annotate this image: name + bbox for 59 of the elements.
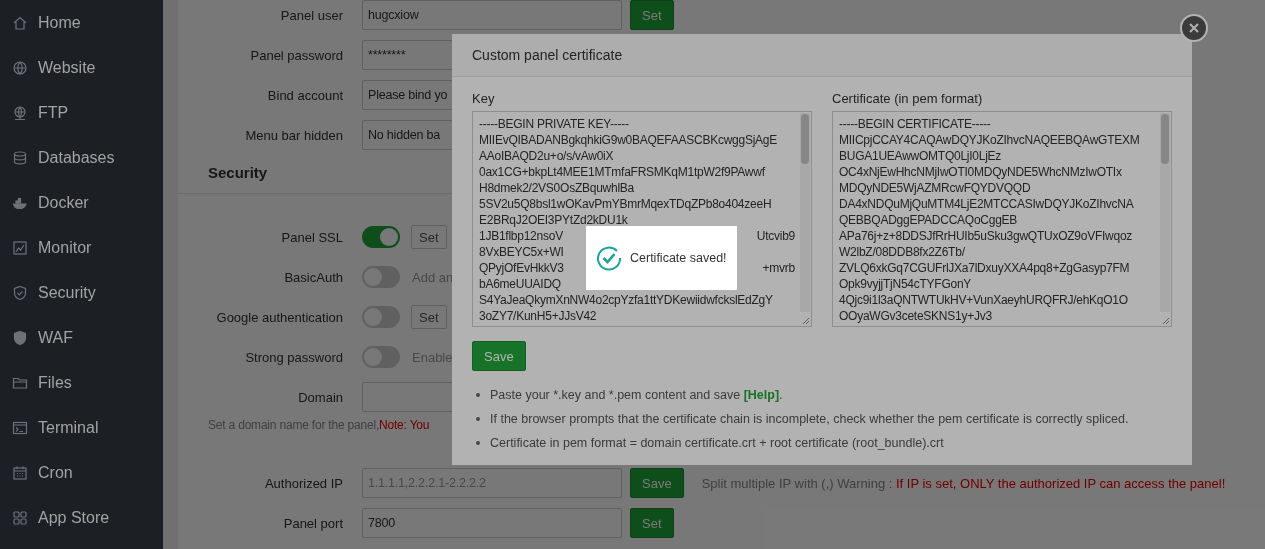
note-text: Certificate in pem format = domain certificate.crt + root certificate (root_bundle).crt: [490, 435, 944, 452]
field-label: Panel SSL: [280, 229, 343, 245]
sidebar-item[interactable]: Security: [0, 270, 163, 315]
calendar-icon: [12, 464, 28, 481]
close-icon: [1188, 22, 1200, 34]
sidebar-item[interactable]: Databases: [0, 135, 163, 180]
toggle-switch[interactable]: [362, 306, 400, 328]
sidebar-item[interactable]: FTP: [0, 90, 163, 135]
sidebar-item[interactable]: Home: [0, 0, 163, 45]
field-label: Bind account: [266, 87, 343, 103]
scrollbar[interactable]: [800, 113, 810, 312]
bullet-icon: [476, 417, 480, 421]
database-icon: [12, 149, 28, 166]
shield-icon: [12, 329, 28, 346]
grid-icon: [12, 509, 28, 526]
note-text: Paste your *.key and *.pem content and save [Help].: [490, 387, 783, 404]
resize-grip-icon[interactable]: [800, 315, 810, 325]
field-label: Strong password: [244, 349, 343, 365]
sidebar-item[interactable]: Cron: [0, 450, 163, 495]
globe-stand-icon: [12, 104, 28, 121]
input-field[interactable]: 7800: [362, 508, 622, 538]
bullet-icon: [476, 393, 480, 397]
set-button[interactable]: Set: [411, 305, 447, 329]
resize-grip-icon[interactable]: [1160, 315, 1170, 325]
sidebar-item[interactable]: Files: [0, 360, 163, 405]
field-label: BasicAuth: [283, 269, 343, 285]
sidebar-item[interactable]: App Store: [0, 495, 163, 540]
chart-icon: [12, 239, 28, 256]
scrollbar[interactable]: [1160, 113, 1170, 312]
toggle-switch[interactable]: [362, 346, 400, 368]
field-label: Panel port: [282, 515, 343, 531]
note-text: If the browser prompts that the certificate chain is incomplete, check whether the pem certificate is correctly spliced.: [490, 411, 1129, 428]
field-label: Key: [472, 91, 496, 108]
globe-icon: [12, 59, 28, 76]
certificate-field[interactable]: -----BEGIN CERTIFICATE----- MIICpjCCAY4CAQAwDQYJKoZIhvcNAQEEBQAwGTEXM BUGA1UEAwwOMTQ0LjI0LjEz OC4xNjEwHhcNMjIwOTI0MDQyNDE5WhcNMzIwOTIx MDQyNDE5WjAZMRcwFQYDVQQD DA4xNDQuMjQuMTM4LjE2MTCCASIwDQYJKoZIhvcNA QEBBQADggEPADCCAQoCggEB APa76j+z+8DDSJfRrHUIb5uSku3gwQTUxOZ9oVFIwqoz W2lbZ/08DDB8fx2Z6Tb/ ZVLQ6xkGq7CGUFrlJXa7lDxuyXXA4pq8+ZgGasyp7FM Opk9vyjjTjN54cTYFGonY 4Qjc9i1l3aQNTWTUkHV+VunXaeyhURQFRJ/ehKqO1O OOyaWGv3ceteSKNS1y+Jv3: [832, 111, 1172, 327]
check-circle-icon: [596, 245, 622, 271]
set-button[interactable]: Set: [411, 225, 447, 249]
sidebar-item[interactable]: Terminal: [0, 405, 163, 450]
field-label: Panel password: [249, 47, 343, 63]
field-label: Authorized IP: [263, 475, 343, 491]
bullet-icon: [476, 441, 480, 445]
sidebar-item[interactable]: Docker: [0, 180, 163, 225]
toggle-switch[interactable]: [362, 226, 400, 248]
field-label: Certificate (in pem format): [832, 91, 984, 108]
field-label: Domain: [297, 389, 343, 405]
toggle-switch[interactable]: [362, 266, 400, 288]
sidebar-item[interactable]: WAF: [0, 315, 163, 360]
input-field[interactable]: hugcxiow: [362, 0, 622, 30]
dialog-title: Custom panel certificate: [472, 47, 623, 63]
house-icon: [12, 14, 28, 31]
sidebar-item[interactable]: Website: [0, 45, 163, 90]
sidebar-item[interactable]: Monitor: [0, 225, 163, 270]
field-label: Menu bar hidden: [244, 127, 343, 143]
field-label: Panel user: [279, 7, 343, 23]
shield-check-icon: [12, 284, 28, 301]
terminal-icon: [12, 419, 28, 436]
field-label: Google authentication: [215, 309, 343, 325]
help-text: Set a domain name for the panel,Note: You: [208, 418, 430, 432]
toast-text: Certificate saved!: [630, 251, 727, 265]
